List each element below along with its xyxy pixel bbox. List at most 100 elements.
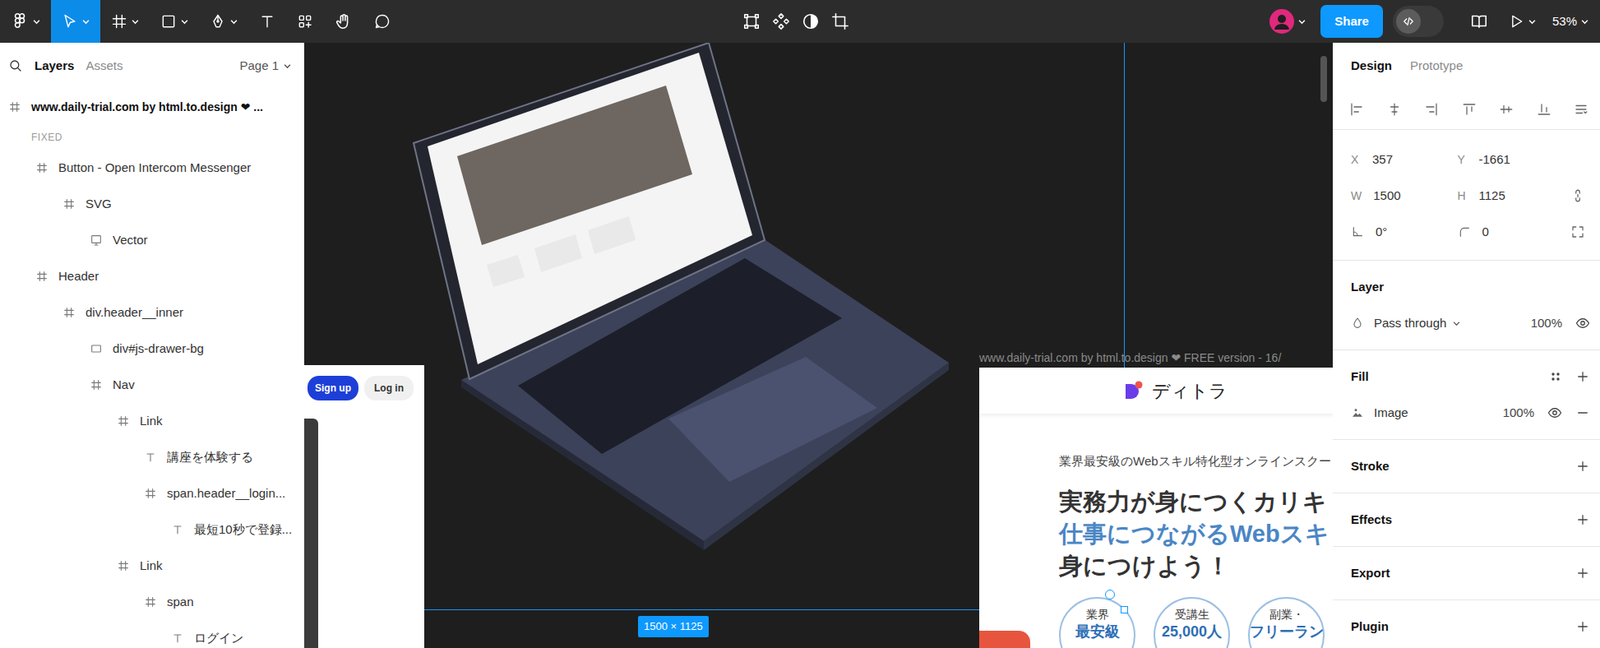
frame-icon	[62, 197, 76, 211]
present-button[interactable]	[1501, 0, 1543, 43]
layer-opacity[interactable]: 100%	[1530, 314, 1563, 333]
layer-name: Nav	[112, 375, 135, 395]
radius-field[interactable]: 0	[1457, 222, 1565, 242]
login-button[interactable]: Log in	[364, 375, 414, 401]
badge-text: フリーラン	[1249, 621, 1324, 642]
layer-row[interactable]: Vector	[0, 221, 305, 259]
rectangle-icon	[89, 342, 103, 356]
align-top-icon[interactable]	[1461, 101, 1477, 117]
align-left-icon[interactable]	[1349, 101, 1365, 117]
resources-tool[interactable]	[286, 0, 324, 43]
layer-row[interactable]: www.daily-trial.com by html.to.design ❤ …	[0, 88, 305, 125]
resize-handle[interactable]	[1120, 605, 1129, 614]
select-matching-icon[interactable]	[742, 12, 761, 31]
plus-icon[interactable]	[1575, 565, 1591, 581]
library-button[interactable]	[1460, 0, 1499, 43]
align-center-icon[interactable]	[1387, 101, 1402, 117]
left-frame[interactable]: Sign upLog in	[304, 365, 425, 648]
layer-row[interactable]: Button - Open Intercom Messenger	[0, 149, 305, 186]
section-title: Fill	[1350, 367, 1369, 387]
layer-row[interactable]: ログイン	[0, 619, 305, 648]
panel-tab[interactable]: Assets	[85, 56, 123, 76]
avatar-icon	[1269, 9, 1295, 34]
layer-name: Link	[139, 556, 163, 576]
layer-row[interactable]: Nav	[0, 366, 305, 403]
minus-icon[interactable]	[1575, 405, 1591, 421]
layer-name: div#js-drawer-bg	[112, 339, 204, 359]
page-selector[interactable]: Page 1	[239, 56, 292, 76]
frame-nav-buttons: Sign upLog in	[304, 365, 425, 401]
layer-row[interactable]: SVG	[0, 185, 305, 222]
align-middle-icon[interactable]	[1498, 101, 1514, 117]
signup-button[interactable]: Sign up	[307, 375, 359, 401]
plus-icon[interactable]	[1575, 369, 1591, 384]
chevron-down-icon	[1581, 18, 1589, 26]
distribute-icon[interactable]	[1573, 101, 1589, 117]
number-field[interactable]: H1125	[1457, 186, 1565, 206]
canvas[interactable]: Sign upLog in ディトラ業界最安級のWebスキル特化型オンラインスク…	[304, 42, 1333, 648]
layer-row[interactable]: div.header__inner	[0, 294, 305, 331]
contrast-icon[interactable]	[801, 12, 820, 31]
layers-header: Layers Assets Page 1	[0, 42, 305, 89]
fill-type: Image	[1373, 403, 1409, 423]
dev-mode-toggle[interactable]	[1392, 5, 1444, 37]
constrain-proportions-icon[interactable]	[1563, 188, 1592, 204]
layer-row[interactable]: Link	[0, 547, 305, 584]
pen-tool[interactable]	[198, 0, 249, 43]
rotation-field[interactable]: 0°	[1350, 222, 1458, 242]
layer-row[interactable]: Header	[0, 258, 305, 295]
text-icon	[171, 631, 185, 645]
frame-icon	[116, 559, 130, 573]
fill-row[interactable]: Image 100%	[1350, 394, 1591, 431]
layer-row[interactable]: span.header__login...	[0, 475, 305, 512]
move-icon	[61, 13, 79, 30]
zoom-menu[interactable]: 53%	[1545, 0, 1592, 43]
hand-tool[interactable]	[323, 0, 364, 43]
number-field[interactable]: W1500	[1350, 186, 1458, 206]
plus-icon[interactable]	[1575, 619, 1591, 634]
eye-icon[interactable]	[1575, 315, 1591, 331]
number-field[interactable]: Y-1661	[1457, 150, 1565, 170]
site-logo: ディトラ	[1151, 377, 1228, 405]
layer-row[interactable]: div#js-drawer-bg	[0, 330, 305, 367]
main-menu[interactable]	[0, 0, 51, 43]
search-icon[interactable]	[8, 58, 24, 74]
component-icon[interactable]	[772, 12, 791, 31]
layer-row[interactable]: span	[0, 583, 305, 620]
frame-tool[interactable]	[100, 0, 150, 43]
section-title: Layer	[1350, 277, 1384, 297]
share-button[interactable]: Share	[1320, 4, 1383, 39]
user-menu[interactable]	[1264, 0, 1311, 43]
design-tabs: Design Prototype	[1332, 42, 1600, 89]
rotation-handle[interactable]	[1105, 589, 1115, 600]
move-tool[interactable]	[50, 0, 101, 43]
crop-icon[interactable]	[831, 12, 850, 31]
layer-row[interactable]: 最短10秒で登録...	[0, 511, 305, 548]
right-frame[interactable]: ディトラ業界最安級のWebスキル特化型オンラインスクー実務力が身につくカリキ仕事…	[979, 367, 1333, 648]
shape-tool[interactable]	[149, 0, 199, 43]
plus-icon[interactable]	[1575, 512, 1591, 528]
scrollbar[interactable]	[1320, 55, 1328, 102]
section-actions	[1575, 512, 1591, 528]
layer-row[interactable]: Link	[0, 402, 305, 440]
badge-text: 副業・	[1269, 606, 1305, 622]
plus-icon[interactable]	[1575, 458, 1591, 474]
panel-tab[interactable]: Layers	[34, 56, 74, 76]
blend-mode-select[interactable]: Pass through	[1373, 314, 1461, 333]
layers-panel: Layers Assets Page 1 www.daily-trial.com by…	[0, 42, 305, 648]
layer-row[interactable]: 講座を体験する	[0, 439, 305, 476]
fill-opacity[interactable]: 100%	[1502, 403, 1535, 423]
align-right-icon[interactable]	[1424, 101, 1439, 117]
field-label: Y	[1457, 151, 1468, 169]
comment-tool[interactable]	[363, 0, 402, 43]
styles-icon[interactable]	[1549, 369, 1563, 384]
text-tool[interactable]	[248, 0, 287, 43]
panel-tab[interactable]: Design	[1350, 56, 1392, 76]
independent-corners-icon[interactable]	[1563, 224, 1592, 240]
align-bottom-icon[interactable]	[1536, 101, 1552, 117]
frame-label[interactable]: www.daily-trial.com by html.to.design ❤ …	[979, 349, 1281, 367]
number-field[interactable]: X357	[1350, 150, 1458, 170]
eye-icon[interactable]	[1547, 405, 1563, 421]
hand-icon	[334, 12, 353, 31]
panel-tab[interactable]: Prototype	[1410, 56, 1463, 76]
